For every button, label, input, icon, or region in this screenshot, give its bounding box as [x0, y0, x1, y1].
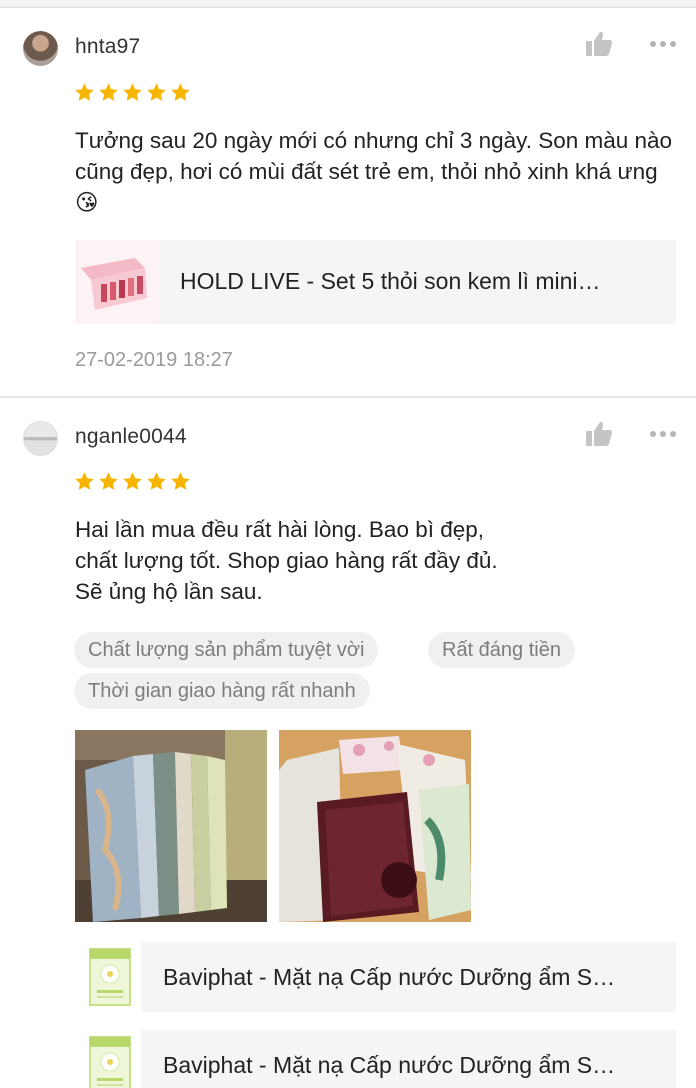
star-icon	[147, 472, 166, 490]
star-icon	[123, 472, 142, 490]
product-thumbnail	[89, 1036, 131, 1088]
product-thumbnail	[89, 948, 131, 1006]
star-icon	[171, 83, 190, 101]
review-text-line: Sẽ ủng hộ lần sau.	[75, 579, 263, 604]
avatar[interactable]	[23, 31, 58, 66]
star-icon	[99, 472, 118, 490]
review-text: Tưởng sau 20 ngày mới có nhưng chỉ 3 ngà…	[75, 128, 673, 215]
product-link[interactable]: Baviphat - Mặt nạ Cấp nước Dưỡng ẩm S…	[75, 942, 676, 1012]
star-icon	[75, 472, 94, 490]
rating-stars	[74, 471, 191, 492]
rating-stars	[74, 82, 191, 103]
review-text-line: chất lượng tốt. Shop giao hàng rất đầy đ…	[75, 548, 498, 573]
product-name[interactable]: Baviphat - Mặt nạ Cấp nước Dưỡng ẩm S…	[163, 1052, 663, 1079]
review-text: Hai lần mua đều rất hài lòng. Bao bì đẹp…	[75, 514, 675, 607]
avatar[interactable]	[23, 421, 58, 456]
star-icon	[171, 472, 190, 490]
star-icon	[75, 83, 94, 101]
review-date: 27-02-2019 18:27	[75, 349, 233, 371]
star-icon	[99, 83, 118, 101]
review-photo[interactable]	[279, 730, 471, 922]
star-icon	[123, 83, 142, 101]
product-thumbnail	[75, 240, 159, 324]
review-username[interactable]: hnta97	[75, 35, 140, 59]
product-name[interactable]: Baviphat - Mặt nạ Cấp nước Dưỡng ẩm S…	[163, 964, 663, 991]
review-tag[interactable]: Rất đáng tiền	[428, 632, 575, 668]
star-icon	[147, 83, 166, 101]
review-card: hnta97 Tưởng sau 20 ngày mới có nhưng ch…	[0, 0, 696, 396]
thumbs-up-icon[interactable]	[584, 420, 614, 448]
product-name[interactable]: HOLD LIVE - Set 5 thỏi son kem lì mini…	[180, 268, 650, 295]
product-link[interactable]: HOLD LIVE - Set 5 thỏi son kem lì mini…	[75, 240, 676, 324]
product-link[interactable]: Baviphat - Mặt nạ Cấp nước Dưỡng ẩm S…	[75, 1030, 676, 1088]
thumbs-up-icon[interactable]	[584, 30, 614, 58]
review-username[interactable]: nganle0044	[75, 425, 187, 449]
review-photo[interactable]	[75, 730, 267, 922]
review-tag[interactable]: Thời gian giao hàng rất nhanh	[74, 673, 370, 709]
more-dots-icon[interactable]	[648, 426, 680, 442]
more-dots-icon[interactable]	[648, 36, 680, 52]
review-tag[interactable]: Chất lượng sản phẩm tuyệt vời	[74, 632, 379, 668]
review-text-line: Hai lần mua đều rất hài lòng. Bao bì đẹp…	[75, 517, 485, 542]
